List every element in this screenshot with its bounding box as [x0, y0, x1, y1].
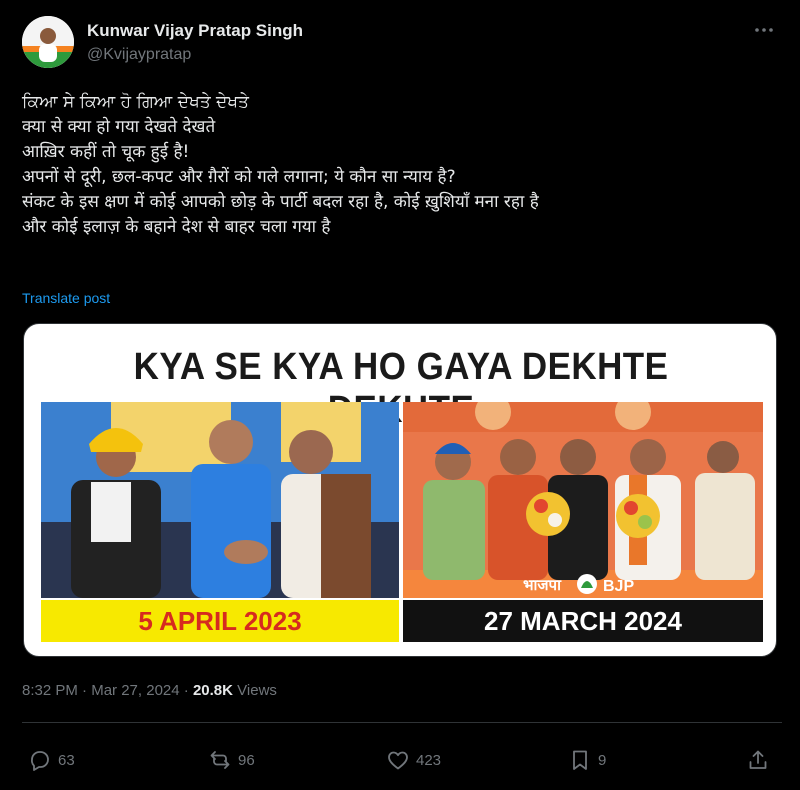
like-button[interactable]: 423 — [386, 742, 441, 778]
repost-icon — [210, 751, 230, 769]
tweet-line: क्या से क्या हो गया देखते देखते — [22, 117, 216, 137]
like-icon — [388, 751, 408, 770]
reply-icon — [31, 751, 49, 771]
bjp-banner-text: भाजपा — [523, 576, 562, 594]
divider — [22, 722, 782, 723]
right-photo-panel: भाजपा BJP 27 MARCH 2024 — [403, 402, 763, 642]
bjp-banner-logo-text: BJP — [603, 578, 634, 595]
tweet-text: ਕਿਆ ਸੇ ਕਿਆ ਹੋ ਗਿਆ ਦੇਖਤੇ ਦੇਖਤੇ क्या से क्… — [22, 90, 782, 240]
repost-button[interactable]: 96 — [208, 742, 255, 778]
tweet-line: ਕਿਆ ਸੇ ਕਿਆ ਹੋ ਗਿਆ ਦੇਖਤੇ ਦੇਖਤੇ — [22, 92, 249, 112]
translate-post-link[interactable]: Translate post — [22, 290, 110, 306]
tweet-line: आख़िर कहीं तो चूक हुई है! — [22, 142, 190, 162]
right-date-label: 27 MARCH 2024 — [403, 600, 763, 642]
bjp-photo: भाजपा BJP — [403, 402, 763, 598]
left-date-label: 5 APRIL 2023 — [41, 600, 399, 642]
author-handle[interactable]: @Kvijaypratap — [87, 46, 191, 64]
share-icon — [749, 750, 767, 769]
tweet-meta: 8:32 PM · Mar 27, 2024 · 20.8K Views — [22, 682, 277, 699]
reply-button[interactable]: 63 — [28, 742, 75, 778]
tweet-media-image[interactable]: KYA SE KYA HO GAYA DEKHTE DEKHTE 5 APRIL… — [23, 323, 777, 657]
post-time[interactable]: 8:32 PM — [22, 682, 78, 699]
views-count: 20.8K — [192, 682, 233, 699]
action-bar: 63 96 423 9 — [22, 742, 782, 778]
left-photo-panel: 5 APRIL 2023 — [41, 402, 399, 642]
meta-separator: · — [183, 682, 189, 699]
tweet-line: और कोई इलाज़ के बहाने देश से बाहर चला गय… — [22, 217, 331, 237]
bookmark-button[interactable]: 9 — [568, 742, 606, 778]
reply-count: 63 — [58, 751, 75, 769]
bookmark-count: 9 — [598, 751, 607, 769]
author-name[interactable]: Kunwar Vijay Pratap Singh — [87, 21, 303, 41]
tweet-line: संकट के इस क्षण में कोई आपको छोड़ के पार… — [22, 192, 539, 212]
avatar[interactable] — [22, 16, 74, 68]
post-date[interactable]: Mar 27, 2024 — [91, 682, 179, 699]
like-count: 423 — [416, 751, 442, 769]
repost-count: 96 — [238, 751, 255, 769]
views-label: Views — [237, 682, 277, 699]
share-button[interactable] — [746, 742, 776, 778]
meta-separator: · — [82, 682, 88, 699]
tweet-card: Kunwar Vijay Pratap Singh @Kvijaypratap … — [0, 0, 800, 790]
tweet-header: Kunwar Vijay Pratap Singh @Kvijaypratap — [22, 12, 782, 74]
tweet-line: अपनों से दूरी, छल-कपट और ग़ैरों को गले ल… — [22, 167, 456, 187]
bookmark-icon — [573, 750, 587, 770]
aap-photo — [41, 402, 399, 598]
more-icon[interactable] — [752, 18, 776, 42]
